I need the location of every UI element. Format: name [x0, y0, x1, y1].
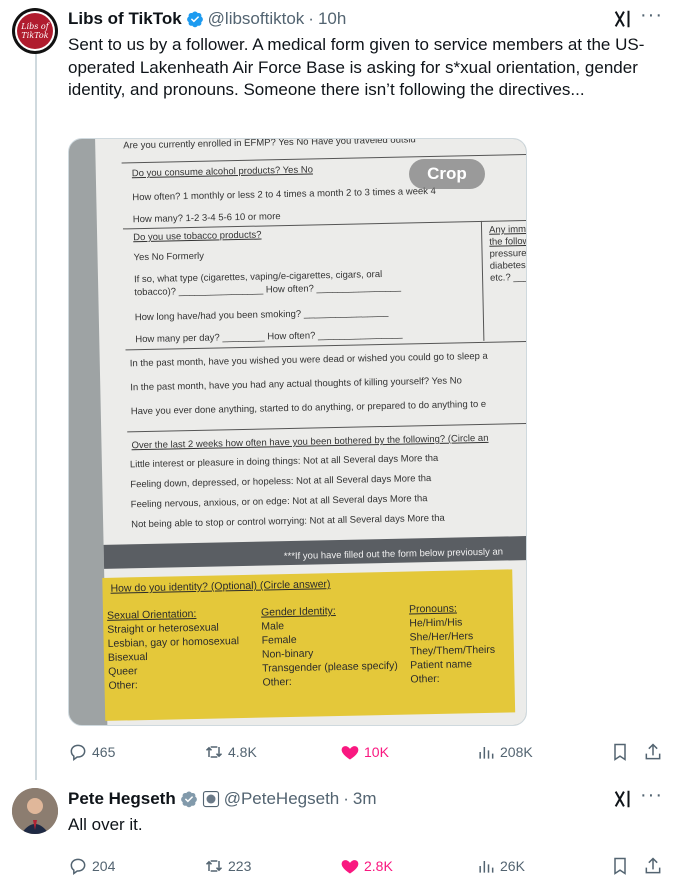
form-line: How many? 1-2 3-4 5-6 10 or more	[132, 211, 281, 226]
views-button[interactable]: 26K	[476, 852, 525, 880]
view-count: 26K	[500, 858, 525, 874]
medical-form-photo: Are you currently enrolled in EFMP? Yes …	[95, 138, 527, 725]
crop-label: Crop	[409, 159, 485, 189]
form-line: Have you ever done anything, started to …	[130, 398, 487, 418]
form-line: Do you use tobacco products?	[133, 229, 262, 244]
form-line: diabetes, hea	[489, 259, 527, 272]
more-options-icon[interactable]: ···	[640, 4, 663, 27]
form-line: Over the last 2 weeks how often have you…	[131, 432, 489, 452]
bookmark-button[interactable]	[610, 738, 634, 766]
avatar[interactable]: Libs of TikTok	[12, 8, 58, 54]
tweet-text: Sent to us by a follower. A medical form…	[68, 35, 645, 99]
form-line: In the past month, have you had any actu…	[130, 375, 463, 394]
timestamp[interactable]: 3m	[353, 789, 377, 809]
form-line: the following	[489, 235, 527, 248]
reply-button[interactable]: 204	[68, 852, 115, 880]
bookmark-button[interactable]	[610, 852, 634, 880]
repost-button[interactable]: 4.8K	[204, 738, 257, 766]
form-line: Feeling down, depressed, or hopeless: No…	[130, 473, 432, 491]
repost-icon	[205, 746, 223, 758]
separator-dot: ·	[343, 789, 349, 808]
form-line: How many per day? ________ How often? __…	[135, 328, 403, 346]
author-handle[interactable]: @libsoftiktok	[208, 9, 305, 29]
repost-count: 223	[228, 858, 252, 874]
form-line: etc.? _____	[489, 271, 527, 284]
identity-line: Bisexual	[107, 651, 148, 664]
author-name[interactable]: Libs of TikTok	[68, 9, 182, 29]
author-name[interactable]: Pete Hegseth	[68, 789, 176, 809]
view-count: 208K	[500, 744, 533, 760]
like-count: 2.8K	[364, 858, 393, 874]
form-line: Not being able to stop or control worryi…	[131, 512, 445, 531]
author-handle[interactable]: @PeteHegseth	[224, 789, 340, 809]
identity-line: She/Her/Hers	[409, 630, 474, 644]
like-button[interactable]: 10K	[340, 738, 389, 766]
affiliate-badge-icon	[202, 790, 219, 808]
share-icon	[645, 743, 661, 760]
share-button[interactable]	[643, 738, 667, 766]
bookmark-icon	[614, 857, 626, 875]
repost-button[interactable]: 223	[204, 852, 251, 880]
reply-count: 465	[92, 744, 116, 760]
identity-line: Queer	[108, 665, 138, 678]
form-line: Do you consume alcohol products? Yes No	[131, 164, 314, 180]
views-button[interactable]: 208K	[476, 738, 533, 766]
identity-line: Other:	[410, 672, 440, 686]
identity-line: Sexual Orientation:	[106, 607, 197, 622]
identity-line: Gender Identity:	[260, 605, 336, 619]
identity-line: Non-binary	[261, 647, 314, 661]
form-line: Yes No Formerly	[133, 250, 205, 264]
form-line: How long have/had you been smoking? ____…	[134, 306, 389, 324]
repost-icon	[205, 860, 223, 872]
identity-line: Male	[261, 620, 285, 633]
verified-badge-icon	[186, 11, 203, 28]
views-icon	[479, 747, 494, 759]
more-options-icon[interactable]: ···	[640, 784, 663, 807]
tweet-image[interactable]: Are you currently enrolled in EFMP? Yes …	[68, 138, 527, 726]
heart-icon	[341, 860, 359, 874]
libs-of-tiktok-logo: Libs of TikTok	[17, 13, 53, 49]
tweet-libsoftiktok[interactable]: Libs of TikTok Libs of TikTok @libsoftikt…	[0, 0, 678, 780]
like-count: 10K	[364, 744, 389, 760]
reply-button[interactable]: 465	[68, 738, 115, 766]
identity-line: They/Them/Theirs	[409, 643, 496, 658]
tweet-header: Pete Hegseth @PeteHegseth · 3m	[68, 788, 377, 810]
grok-icon[interactable]	[612, 788, 634, 810]
tweet-header: Libs of TikTok @libsoftiktok · 10h	[68, 8, 346, 30]
identity-line: Female	[261, 633, 297, 647]
form-line: pressure, hig	[489, 247, 527, 260]
share-icon	[645, 857, 661, 874]
verified-gray-badge-icon	[180, 791, 197, 808]
repost-count: 4.8K	[228, 744, 257, 760]
like-button[interactable]: 2.8K	[340, 852, 393, 880]
form-line: Are you currently enrolled in EFMP? Yes …	[123, 138, 416, 152]
grok-icon[interactable]	[612, 8, 634, 30]
share-button[interactable]	[643, 852, 667, 880]
avatar[interactable]	[12, 788, 58, 834]
thread-connector	[35, 52, 37, 780]
identity-line: Patient name	[410, 658, 473, 672]
tweet-actions: 465 4.8K 10K 208K	[68, 738, 668, 766]
reply-icon	[70, 744, 86, 761]
bookmark-icon	[614, 743, 626, 761]
timestamp[interactable]: 10h	[318, 9, 346, 29]
form-line: In the past month, have you wished you w…	[129, 350, 488, 370]
tweet-text: All over it.	[68, 815, 143, 834]
separator-dot: ·	[308, 9, 314, 28]
views-icon	[479, 861, 494, 873]
form-line: Little interest or pleasure in doing thi…	[129, 452, 439, 471]
identity-line: Pronouns:	[408, 602, 457, 616]
form-line: Feeling nervous, anxious, or on edge: No…	[130, 493, 428, 511]
profile-photo	[12, 788, 58, 834]
reply-icon	[70, 858, 86, 875]
reply-count: 204	[92, 858, 116, 874]
heart-icon	[341, 746, 359, 760]
identity-line: He/Him/His	[409, 616, 463, 630]
form-line: How often? 1 monthly or less 2 to 4 time…	[132, 185, 436, 204]
identity-line: Straight or heterosexual	[107, 621, 219, 636]
form-line: Any immedia	[488, 223, 527, 236]
identity-line: Other:	[108, 679, 138, 692]
identity-line: Other:	[262, 676, 292, 689]
tweet-actions: 204 223 2.8K 26K	[68, 852, 668, 880]
